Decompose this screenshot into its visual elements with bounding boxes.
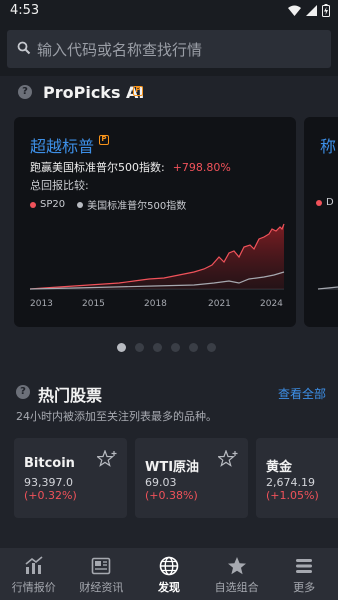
legend-sp500: 美国标准普尔500指数 bbox=[87, 201, 187, 212]
sp20-area bbox=[30, 224, 284, 289]
add-watchlist-icon[interactable] bbox=[218, 450, 238, 468]
x-tick-2021: 2021 bbox=[208, 299, 231, 309]
stock-change: (+0.38%) bbox=[145, 489, 198, 502]
legend-dot-sp500 bbox=[77, 201, 84, 208]
stock-price: 93,397.0 bbox=[24, 476, 73, 489]
nav-quotes[interactable]: 行情报价 bbox=[0, 548, 68, 600]
stock-card-wti[interactable]: WTI原油 69.03 (+0.38%) bbox=[135, 438, 248, 518]
add-watchlist-icon[interactable] bbox=[97, 450, 117, 468]
nav-label: 行情报价 bbox=[11, 581, 56, 594]
next-legend-label: D bbox=[326, 197, 334, 208]
x-tick-2015: 2015 bbox=[82, 299, 105, 309]
nav-label: 发现 bbox=[157, 581, 180, 594]
card-title: 超越标普 bbox=[30, 137, 95, 156]
bottom-nav: 行情报价 财经资讯 发现 自选组合 更多 bbox=[0, 548, 338, 600]
star-icon bbox=[227, 557, 246, 575]
stock-card-gold[interactable]: 黄金 2,674.19 (+1.05%) bbox=[256, 438, 338, 518]
nav-label: 更多 bbox=[293, 581, 316, 594]
propicks-badge-icon: P bbox=[133, 86, 143, 96]
search-icon bbox=[17, 41, 31, 55]
hot-help-icon[interactable]: ? bbox=[16, 385, 30, 399]
nav-label: 自选组合 bbox=[214, 581, 259, 594]
next-card-title: 称 bbox=[320, 137, 337, 156]
nav-watchlist[interactable]: 自选组合 bbox=[203, 548, 271, 600]
carousel-pagination bbox=[117, 343, 216, 352]
x-tick-2013: 2013 bbox=[30, 299, 53, 309]
nav-news[interactable]: 财经资讯 bbox=[68, 548, 136, 600]
next-propicks-card[interactable]: 称 D bbox=[304, 117, 338, 327]
stock-price: 69.03 bbox=[145, 476, 177, 489]
status-time: 4:53 bbox=[10, 3, 40, 18]
next-card-legend: D bbox=[316, 197, 334, 208]
menu-icon bbox=[296, 559, 313, 573]
compare-label: 总回报比较: bbox=[30, 179, 89, 192]
card-beat-text: 跑赢美国标准普尔500指数: +798.80% bbox=[30, 159, 231, 175]
globe-icon bbox=[159, 556, 179, 576]
legend-dot-sp20 bbox=[30, 201, 36, 208]
gain-value: +798.80% bbox=[172, 161, 231, 174]
stock-name: WTI原油 bbox=[145, 460, 200, 475]
search-input[interactable]: 输入代码或名称查找行情 bbox=[7, 30, 331, 68]
chart-legend: SP20 美国标准普尔500指数 bbox=[30, 197, 186, 212]
page-dot-5[interactable] bbox=[189, 343, 198, 352]
page-dot-4[interactable] bbox=[171, 343, 180, 352]
hot-subtitle: 24小时内被添加至关注列表最多的品种。 bbox=[16, 410, 217, 423]
search-bar: 输入代码或名称查找行情 bbox=[0, 24, 338, 76]
news-icon bbox=[92, 557, 111, 575]
battery-icon bbox=[322, 4, 330, 17]
status-icons bbox=[288, 4, 330, 17]
search-placeholder: 输入代码或名称查找行情 bbox=[37, 41, 203, 59]
page-dot-1[interactable] bbox=[117, 343, 126, 352]
page-dot-2[interactable] bbox=[135, 343, 144, 352]
stock-name: 黄金 bbox=[266, 460, 293, 475]
page-dot-3[interactable] bbox=[153, 343, 162, 352]
nav-more[interactable]: 更多 bbox=[270, 548, 338, 600]
stock-price: 2,674.19 bbox=[266, 476, 315, 489]
page-dot-6[interactable] bbox=[207, 343, 216, 352]
next-legend-dot bbox=[316, 199, 322, 206]
view-all-link[interactable]: 查看全部 bbox=[278, 385, 326, 402]
stock-change: (+0.32%) bbox=[24, 489, 77, 502]
help-icon[interactable]: ? bbox=[18, 85, 32, 99]
signal-icon bbox=[306, 5, 317, 16]
propicks-title: ProPicks AI bbox=[43, 83, 145, 102]
propicks-card[interactable]: 超越标普 P 跑赢美国标准普尔500指数: +798.80% 总回报比较: SP2… bbox=[14, 117, 296, 327]
performance-chart: 2013 2015 2018 2021 2024 bbox=[29, 223, 285, 309]
next-chart bbox=[317, 286, 338, 290]
nav-label: 财经资讯 bbox=[79, 581, 124, 594]
x-tick-2024: 2024 bbox=[260, 299, 283, 309]
card-badge-icon: P bbox=[99, 135, 109, 145]
hot-title: 热门股票 bbox=[38, 386, 103, 405]
chart-icon bbox=[25, 556, 43, 574]
nav-discover[interactable]: 发现 bbox=[135, 548, 203, 600]
stock-name: Bitcoin bbox=[24, 456, 75, 471]
wifi-icon bbox=[288, 5, 301, 16]
x-tick-2018: 2018 bbox=[144, 299, 167, 309]
stock-card-bitcoin[interactable]: Bitcoin 93,397.0 (+0.32%) bbox=[14, 438, 127, 518]
beat-label: 跑赢美国标准普尔500指数: bbox=[30, 161, 165, 174]
stock-change: (+1.05%) bbox=[266, 489, 319, 502]
legend-sp20: SP20 bbox=[40, 199, 66, 210]
status-bar: 4:53 bbox=[0, 0, 338, 24]
